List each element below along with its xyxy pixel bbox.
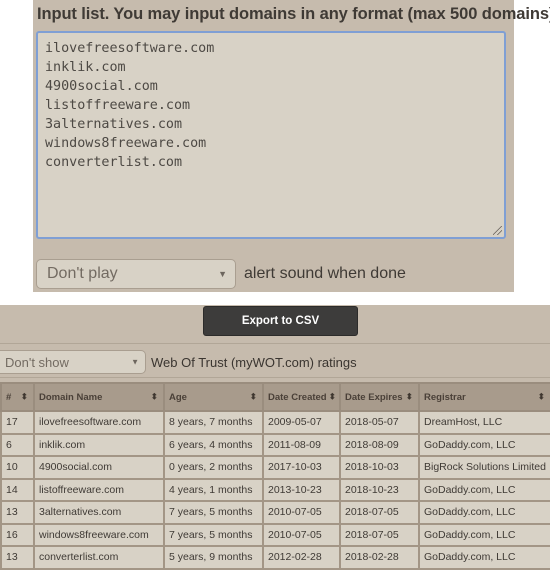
cell-date-created: 2009-05-07 [262,410,341,435]
column-header-label: Age [169,391,187,403]
results-table-body: 17 ilovefreesoftware.com 8 years, 7 months… [0,410,550,570]
alert-sound-label: alert sound when done [244,265,406,282]
cell-date-expires: 2018-07-05 [339,500,420,525]
cell-domain-name: 3alternatives.com [33,500,165,525]
cell-date-expires: 2018-05-07 [339,410,420,435]
table-header-row: # ⬍ Domain Name ⬍ Age ⬍ Date Created ⬍ Date … [0,382,550,412]
column-header-date-created[interactable]: Date Created ⬍ [262,382,341,412]
divider [0,343,550,344]
cell-date-expires: 2018-02-28 [339,545,420,570]
chevron-down-icon: ▼ [131,357,139,367]
column-header-label: Date Expires [345,391,403,403]
column-header-label: Date Created [268,391,327,403]
cell-date-created: 2010-07-05 [262,500,341,525]
cell-domain-name: listoffreeware.com [33,477,165,502]
sort-icon: ⬍ [537,391,545,402]
sort-icon: ⬍ [328,391,336,402]
wot-ratings-label: Web Of Trust (myWOT.com) ratings [151,354,357,370]
cell-rank: 6 [0,432,35,457]
domains-textarea[interactable] [36,31,506,239]
cell-date-expires: 2018-10-23 [339,477,420,502]
cell-rank: 17 [0,410,35,435]
cell-age: 7 years, 5 months [163,522,264,547]
column-header-registrar[interactable]: Registrar ⬍ [418,382,550,412]
cell-date-created: 2013-10-23 [262,477,341,502]
table-row: 10 4900social.com 0 years, 2 months 2017-10… [0,455,550,480]
alert-sound-select-value: Don't play [47,265,118,282]
cell-age: 4 years, 1 months [163,477,264,502]
divider [0,377,550,378]
cell-date-expires: 2018-10-03 [339,455,420,480]
column-header-label: Domain Name [39,391,103,403]
chevron-down-icon: ▼ [218,269,227,279]
resize-grip-icon[interactable] [493,226,502,235]
cell-domain-name: windows8freeware.com [33,522,165,547]
cell-date-created: 2011-08-09 [262,432,341,457]
cell-age: 7 years, 5 months [163,500,264,525]
wot-ratings-select[interactable]: Don't show ▼ [0,350,146,374]
cell-rank: 13 [0,545,35,570]
cell-date-created: 2010-07-05 [262,522,341,547]
cell-rank: 14 [0,477,35,502]
cell-age: 6 years, 4 months [163,432,264,457]
cell-date-expires: 2018-08-09 [339,432,420,457]
column-header-date-expires[interactable]: Date Expires ⬍ [339,382,420,412]
sort-icon: ⬍ [405,391,413,402]
sound-row: Don't play ▼ alert sound when done [36,259,406,289]
input-heading: Input list. You may input domains in any… [37,5,550,23]
cell-age: 5 years, 9 months [163,545,264,570]
export-csv-button[interactable]: Export to CSV [203,306,358,336]
sort-icon: ⬍ [20,391,28,402]
cell-domain-name: ilovefreesoftware.com [33,410,165,435]
cell-registrar: BigRock Solutions Limited [418,455,550,480]
table-row: 13 converterlist.com 5 years, 9 months 2012… [0,545,550,570]
cell-date-expires: 2018-07-05 [339,522,420,547]
table-row: 16 windows8freeware.com 7 years, 5 months 2… [0,522,550,547]
input-panel: Input list. You may input domains in any… [33,0,550,292]
cell-date-created: 2012-02-28 [262,545,341,570]
cell-registrar: GoDaddy.com, LLC [418,432,550,457]
column-header-rank[interactable]: # ⬍ [0,382,35,412]
column-header-label: # [6,391,12,403]
sort-icon: ⬍ [249,391,257,402]
cell-domain-name: inklik.com [33,432,165,457]
wot-ratings-select-value: Don't show [5,354,69,370]
cell-domain-name: converterlist.com [33,545,165,570]
column-header-label: Registrar [424,391,466,403]
cell-registrar: DreamHost, LLC [418,410,550,435]
cell-rank: 16 [0,522,35,547]
cell-domain-name: 4900social.com [33,455,165,480]
table-row: 6 inklik.com 6 years, 4 months 2011-08-09 20… [0,432,550,457]
cell-age: 8 years, 7 months [163,410,264,435]
table-row: 13 3alternatives.com 7 years, 5 months 2010… [0,500,550,525]
cell-registrar: GoDaddy.com, LLC [418,522,550,547]
results-table: # ⬍ Domain Name ⬍ Age ⬍ Date Created ⬍ Date … [0,382,550,570]
table-row: 17 ilovefreesoftware.com 8 years, 7 months… [0,410,550,435]
cell-registrar: GoDaddy.com, LLC [418,477,550,502]
cell-registrar: GoDaddy.com, LLC [418,545,550,570]
cell-rank: 13 [0,500,35,525]
wot-row: Don't show ▼ Web Of Trust (myWOT.com) ra… [0,350,357,374]
sort-icon: ⬍ [150,391,158,402]
alert-sound-select[interactable]: Don't play ▼ [36,259,236,289]
column-header-domain-name[interactable]: Domain Name ⬍ [33,382,165,412]
cell-registrar: GoDaddy.com, LLC [418,500,550,525]
column-header-age[interactable]: Age ⬍ [163,382,264,412]
cell-rank: 10 [0,455,35,480]
results-panel: Export to CSV Don't show ▼ Web Of Trust … [0,305,550,570]
cell-age: 0 years, 2 months [163,455,264,480]
table-row: 14 listoffreeware.com 4 years, 1 months 201… [0,477,550,502]
cell-date-created: 2017-10-03 [262,455,341,480]
